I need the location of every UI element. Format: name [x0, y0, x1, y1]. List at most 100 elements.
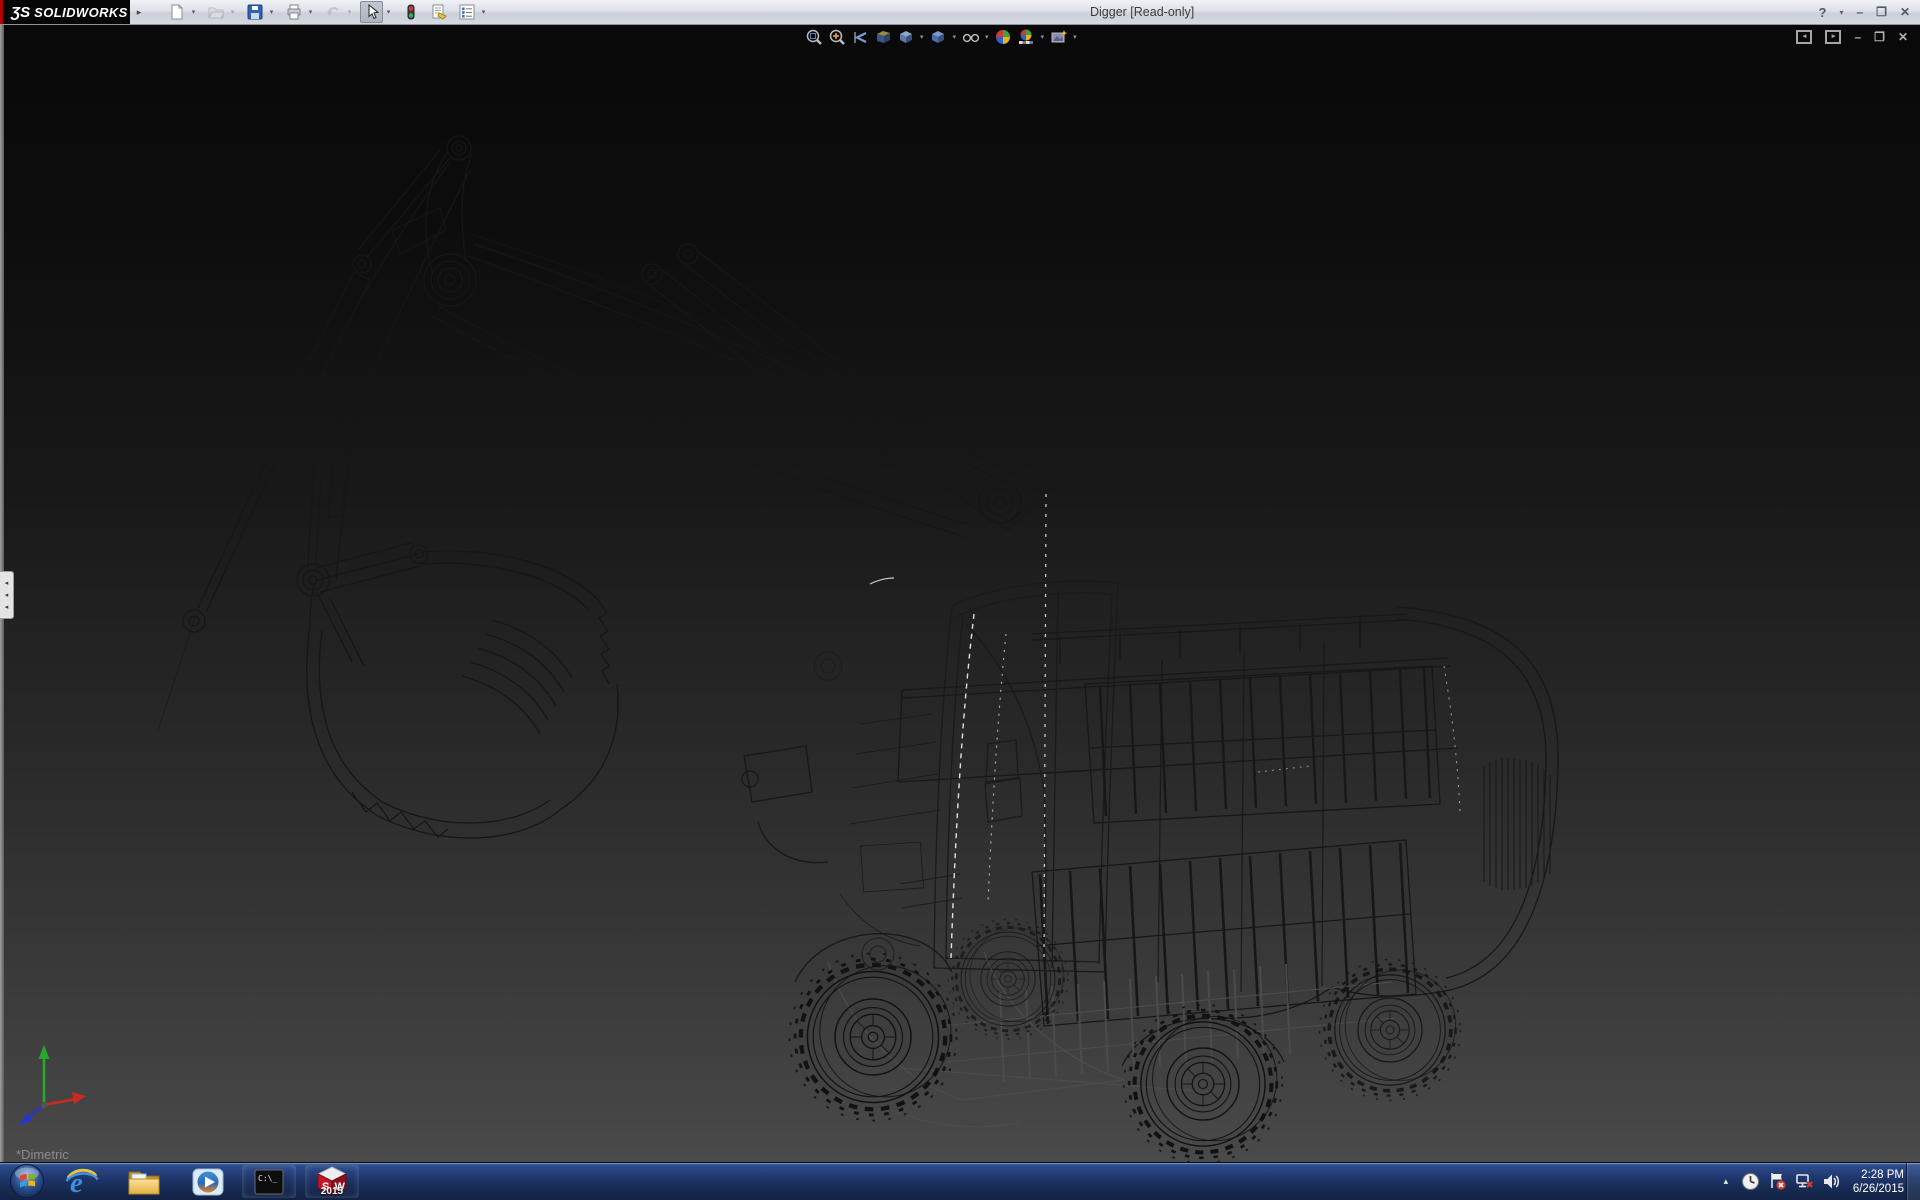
help-dropdown[interactable]: ▾ — [1839, 8, 1843, 17]
print-dropdown[interactable]: ▾ — [306, 8, 315, 16]
display-style-icon — [929, 28, 947, 46]
apply-scene-button[interactable] — [1015, 27, 1038, 48]
save-button[interactable] — [243, 1, 266, 23]
internet-explorer-button[interactable]: e — [62, 1166, 102, 1198]
options-checklist-icon — [459, 4, 475, 20]
file-properties-button[interactable] — [427, 1, 450, 23]
undo-dropdown[interactable]: ▾ — [345, 8, 354, 16]
start-button[interactable] — [8, 1163, 45, 1200]
media-player-button[interactable] — [188, 1166, 228, 1198]
close-button[interactable]: ✕ — [1900, 5, 1910, 19]
screen: ƷS SOLIDWORKS ▸ ▾ ▾ ▾ ▾ ▾ ▾ — [0, 0, 1920, 1200]
new-document-button[interactable] — [165, 1, 188, 23]
file-explorer-button[interactable] — [124, 1166, 164, 1198]
standard-toolbar: ▾ ▾ ▾ ▾ ▾ ▾ ▾ — [160, 1, 489, 23]
undo-button[interactable] — [321, 1, 344, 23]
save-floppy-icon — [247, 4, 263, 20]
print-icon — [286, 4, 302, 20]
open-document-button[interactable] — [204, 1, 227, 23]
zoom-to-fit-button[interactable] — [802, 27, 825, 48]
bucket-cylinder-group — [158, 150, 450, 730]
hide-show-items-button[interactable] — [959, 27, 982, 48]
taskbar: e C:\_ — [0, 1162, 1920, 1200]
windows-start-orb-icon — [9, 1163, 45, 1199]
document-window-controls: ◂ ▸ – ❐ ✕ — [1796, 30, 1908, 44]
graphics-area[interactable]: ▾ ▾ ▾ ▾ ▾ ◂ ▸ – ❐ ✕ — [0, 24, 1920, 1163]
minimize-button[interactable]: – — [1856, 5, 1863, 19]
clock-tray-icon[interactable] — [1741, 1172, 1760, 1191]
save-dropdown[interactable]: ▾ — [267, 8, 276, 16]
display-style-button[interactable] — [927, 27, 950, 48]
select-button[interactable] — [360, 1, 383, 23]
select-dropdown[interactable]: ▾ — [384, 8, 393, 16]
open-folder-icon — [208, 4, 224, 20]
title-bar: ƷS SOLIDWORKS ▸ ▾ ▾ ▾ ▾ ▾ ▾ — [0, 0, 1920, 25]
network-status-icon[interactable] — [1795, 1172, 1814, 1191]
apply-scene-dropdown[interactable]: ▾ — [1041, 33, 1045, 41]
action-center-flag-icon[interactable] — [1768, 1172, 1787, 1191]
menu-flyout-arrow[interactable]: ▸ — [133, 4, 145, 20]
svg-text:C:\_: C:\_ — [258, 1174, 277, 1183]
view-orientation-label: *Dimetric — [16, 1147, 69, 1162]
edit-appearance-button[interactable] — [992, 27, 1015, 48]
document-restore-button[interactable]: ❐ — [1874, 30, 1885, 44]
wheels-group — [789, 919, 1460, 1163]
previous-view-icon — [851, 28, 869, 46]
bucket-group — [307, 551, 618, 838]
clock-date: 6/26/2015 — [1853, 1182, 1904, 1196]
open-document-dropdown[interactable]: ▾ — [228, 8, 237, 16]
traffic-light-icon — [403, 4, 419, 20]
eyeglasses-icon — [962, 28, 980, 46]
view-orientation-button[interactable] — [894, 27, 917, 48]
show-desktop-button[interactable] — [1906, 1163, 1920, 1200]
view-orientation-dropdown[interactable]: ▾ — [920, 33, 924, 41]
folder-icon — [127, 1167, 161, 1197]
print-button[interactable] — [282, 1, 305, 23]
collapse-arrow-icon: ◂ — [5, 591, 9, 599]
solidworks-logo-mark: ƷS — [11, 4, 30, 21]
zoom-to-area-icon — [828, 28, 846, 46]
undercarriage-group — [828, 952, 1396, 1127]
view-settings-dropdown[interactable]: ▾ — [1073, 33, 1077, 41]
options-dropdown[interactable]: ▾ — [479, 8, 488, 16]
command-prompt-button[interactable]: C:\_ — [242, 1165, 296, 1198]
wireframe-model[interactable] — [0, 24, 1920, 1163]
undo-icon — [325, 4, 341, 20]
restore-button[interactable]: ❐ — [1876, 5, 1887, 19]
command-prompt-icon: C:\_ — [254, 1169, 284, 1195]
zoom-to-fit-icon — [805, 28, 823, 46]
document-title: Digger [Read-only] — [1090, 5, 1194, 19]
panel-collapse-tab[interactable]: ◂ ◂ ◂ — [0, 571, 14, 619]
media-player-icon — [192, 1167, 224, 1197]
options-button[interactable] — [455, 1, 478, 23]
view-orientation-icon — [897, 28, 915, 46]
internet-explorer-icon: e — [65, 1165, 99, 1199]
heads-up-view-toolbar: ▾ ▾ ▾ ▾ ▾ — [802, 26, 1080, 48]
clock-time: 2:28 PM — [1853, 1168, 1904, 1182]
machinery-detail-group — [814, 652, 962, 970]
solidworks-logo-text: SOLIDWORKS — [34, 5, 128, 20]
new-document-icon — [169, 4, 185, 20]
system-tray: ▴ 2:28 PM 6/26/2015 — [1719, 1163, 1904, 1200]
solidworks-year-label: 2015 — [305, 1186, 359, 1197]
document-minimize-button[interactable]: – — [1854, 30, 1861, 44]
volume-icon[interactable] — [1822, 1172, 1841, 1191]
section-view-button[interactable] — [871, 27, 894, 48]
solidworks-taskbar-button[interactable]: S W 2015 — [305, 1165, 359, 1198]
display-style-dropdown[interactable]: ▾ — [953, 33, 957, 41]
pane-right-icon[interactable]: ▸ — [1825, 30, 1841, 44]
help-button[interactable]: ? — [1819, 5, 1827, 20]
orientation-triad — [14, 1043, 90, 1127]
previous-view-button[interactable] — [848, 27, 871, 48]
new-document-dropdown[interactable]: ▾ — [189, 8, 198, 16]
taskbar-clock[interactable]: 2:28 PM 6/26/2015 — [1853, 1168, 1904, 1196]
collapse-arrow-icon: ◂ — [5, 603, 9, 611]
rebuild-button[interactable] — [399, 1, 422, 23]
pane-left-icon[interactable]: ◂ — [1796, 30, 1812, 44]
zoom-to-area-button[interactable] — [825, 27, 848, 48]
hide-show-items-dropdown[interactable]: ▾ — [985, 33, 989, 41]
appearance-sphere-icon — [994, 28, 1012, 46]
view-settings-button[interactable] — [1047, 27, 1070, 48]
show-hidden-icons-button[interactable]: ▴ — [1719, 1176, 1733, 1187]
document-close-button[interactable]: ✕ — [1898, 30, 1908, 44]
